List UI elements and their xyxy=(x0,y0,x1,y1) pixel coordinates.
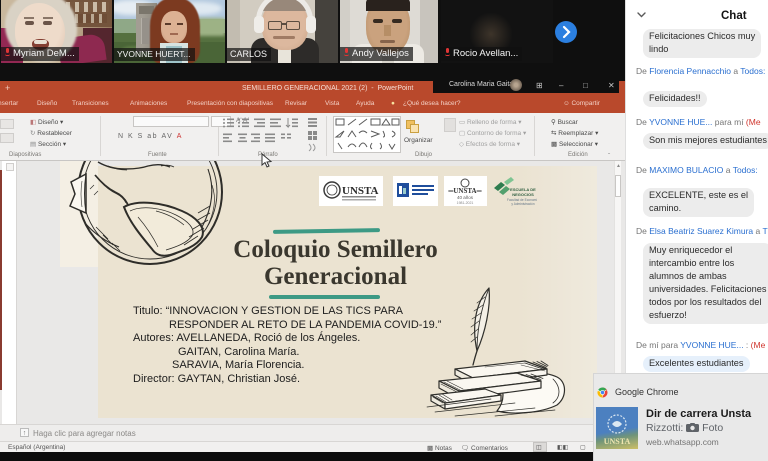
svg-text:UNSTA: UNSTA xyxy=(604,437,631,446)
svg-text:y Administración: y Administración xyxy=(511,202,534,206)
svg-text:40 años: 40 años xyxy=(457,195,474,200)
svg-text:UNSTA: UNSTA xyxy=(342,185,379,197)
svg-text:1981-2021: 1981-2021 xyxy=(457,201,474,205)
svg-text:NEGOCIOS: NEGOCIOS xyxy=(512,192,534,197)
svg-text:═UNSTA═: ═UNSTA═ xyxy=(447,187,481,195)
